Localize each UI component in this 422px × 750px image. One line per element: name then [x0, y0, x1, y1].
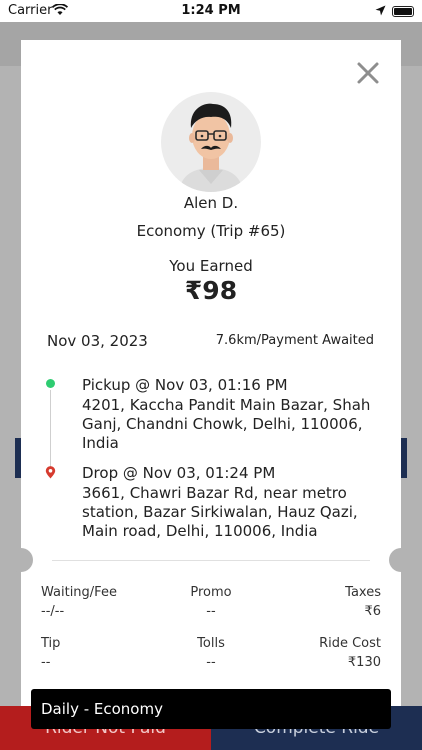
drop-title: Drop @ Nov 03, 01:24 PM — [82, 464, 276, 482]
ride-cost-label: Ride Cost — [319, 636, 381, 651]
distance-payment-status: 7.6km/Payment Awaited — [215, 333, 374, 348]
pickup-address-line: 4201, Kaccha Pandit Main Bazar, Shah — [82, 396, 371, 414]
trip-date: Nov 03, 2023 — [47, 332, 148, 350]
taxes-value: ₹6 — [364, 604, 381, 619]
route-connector — [50, 390, 51, 468]
earned-label: You Earned — [169, 257, 253, 275]
pickup-title: Pickup @ Nov 03, 01:16 PM — [82, 376, 288, 394]
red-pin-icon — [45, 466, 56, 479]
driver-avatar — [161, 92, 261, 192]
pickup-address: 4201, Kaccha Pandit Main Bazar, Shah Gan… — [82, 396, 382, 453]
ride-cost-value: ₹130 — [347, 655, 381, 670]
promo-value: -- — [206, 604, 216, 619]
fare-divider — [52, 560, 370, 561]
earned-amount: ₹98 — [184, 276, 238, 305]
plan-banner: Daily - Economy — [31, 689, 391, 729]
drop-address-line: Main road, Delhi, 110006, India — [82, 522, 318, 540]
drop-address-line: 3661, Chawri Bazar Rd, near metro — [82, 484, 347, 502]
pickup-address-line: Ganj, Chandni Chowk, Delhi, 110006, — [82, 415, 363, 433]
battery-icon — [392, 6, 414, 17]
close-icon[interactable] — [355, 60, 381, 86]
rider-name: Alen D. — [183, 194, 239, 212]
drop-address-line: station, Bazar Sirkiwalan, Hauz Qazi, — [82, 503, 358, 521]
status-time: 1:24 PM — [181, 3, 241, 18]
taxes-label: Taxes — [345, 585, 381, 600]
ticket-notch-right — [389, 548, 413, 572]
trip-type: Economy (Trip #65) — [136, 222, 286, 240]
drop-address: 3661, Chawri Bazar Rd, near metro statio… — [82, 484, 382, 541]
status-bar: Carrier 1:24 PM — [0, 0, 422, 22]
ticket-notch-left — [9, 548, 33, 572]
pickup-address-line: India — [82, 434, 119, 452]
location-arrow-icon — [375, 5, 386, 16]
green-dot-icon — [46, 379, 55, 388]
